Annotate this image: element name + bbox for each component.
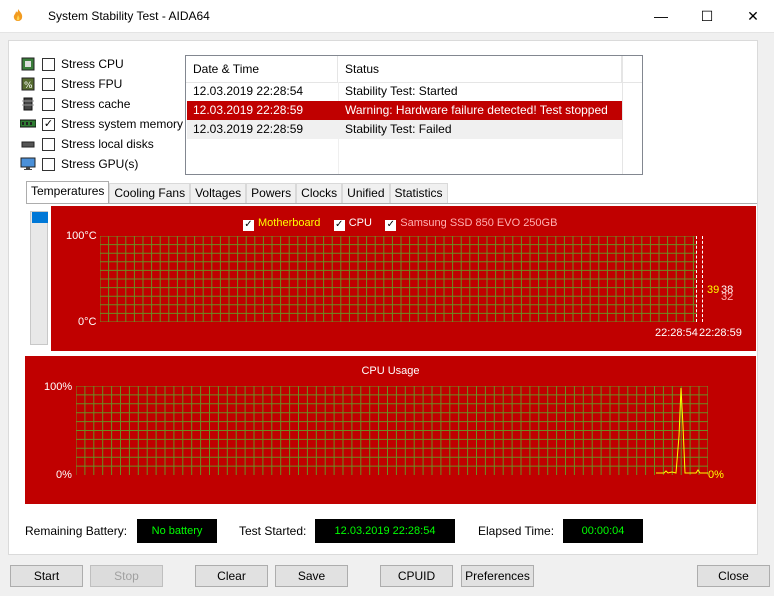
- stress-memory-label: Stress system memory: [61, 117, 184, 131]
- legend-motherboard-checkbox[interactable]: ✓: [243, 219, 254, 231]
- temperature-grid: [100, 236, 697, 322]
- cpu-current-value: 0%: [708, 469, 724, 481]
- scrollbar-thumb[interactable]: [32, 212, 48, 223]
- stress-memory-row[interactable]: ✓ Stress system memory: [20, 115, 183, 133]
- reading-ssd: 32: [721, 291, 734, 303]
- chart-scrollbar[interactable]: [30, 211, 48, 345]
- tab-statistics[interactable]: Statistics: [389, 183, 448, 204]
- stress-cache-checkbox[interactable]: [42, 97, 55, 111]
- svg-text:%: %: [24, 81, 33, 91]
- legend-motherboard-label: Motherboard: [258, 217, 321, 229]
- log-cell-status: Warning: Hardware failure detected! Test…: [345, 103, 608, 117]
- close-window-button[interactable]: ✕: [730, 0, 774, 32]
- log-cell-status: Stability Test: Started: [345, 84, 458, 98]
- stress-disks-checkbox[interactable]: [42, 137, 55, 151]
- legend-ssd-checkbox[interactable]: ✓: [385, 219, 397, 231]
- disk-drive-icon: [20, 137, 36, 151]
- stop-button[interactable]: Stop: [90, 565, 163, 587]
- fpu-icon: %: [20, 77, 36, 91]
- battery-label: Remaining Battery:: [25, 524, 128, 538]
- legend-cpu-label: CPU: [348, 217, 372, 229]
- legend-ssd-label: Samsung SSD 850 EVO 250GB: [400, 217, 558, 229]
- tab-unified[interactable]: Unified: [342, 183, 390, 204]
- cpu-usage-title: CPU Usage: [361, 365, 420, 377]
- log-row-warning[interactable]: 12.03.2019 22:28:59 Warning: Hardware fa…: [187, 101, 623, 120]
- stress-cache-row[interactable]: Stress cache: [20, 95, 130, 113]
- stress-cpu-row[interactable]: Stress CPU: [20, 55, 124, 73]
- stress-fpu-checkbox[interactable]: [42, 77, 55, 91]
- cache-icon: [20, 97, 36, 111]
- log-header-status[interactable]: Status: [338, 56, 622, 82]
- test-started-label: Test Started:: [239, 524, 307, 538]
- log-row[interactable]: 12.03.2019 22:28:54 Stability Test: Star…: [187, 82, 623, 101]
- tab-temperatures[interactable]: Temperatures: [26, 181, 110, 203]
- tab-clocks[interactable]: Clocks: [296, 183, 343, 204]
- time-marker-start: [696, 236, 697, 322]
- stress-cache-label: Stress cache: [61, 97, 131, 111]
- log-cell-status: Stability Test: Failed: [345, 122, 452, 136]
- cpu-usage-grid: [76, 386, 708, 475]
- cpu-chip-icon: [20, 57, 36, 71]
- event-log-table[interactable]: Date & Time Status 12.03.2019 22:28:54 S…: [185, 55, 643, 175]
- log-header-datetime[interactable]: Date & Time: [186, 56, 338, 82]
- temp-x-end: 22:28:59: [699, 327, 742, 339]
- monitor-icon: [20, 157, 36, 171]
- cpu-y-min: 0%: [56, 469, 72, 481]
- log-cell-datetime: 12.03.2019 22:28:59: [193, 122, 304, 136]
- log-cell-datetime: 12.03.2019 22:28:54: [193, 84, 304, 98]
- temp-y-min: 0°C: [78, 316, 97, 328]
- close-button[interactable]: Close: [697, 565, 770, 587]
- tab-cooling-fans[interactable]: Cooling Fans: [109, 183, 191, 204]
- temp-x-start: 22:28:54: [655, 327, 698, 339]
- cpu-y-max: 100%: [44, 381, 73, 393]
- legend-motherboard[interactable]: ✓ Motherboard: [243, 215, 321, 231]
- legend-cpu-checkbox[interactable]: ✓: [333, 219, 345, 231]
- sensor-tabs: Temperatures Cooling Fans Voltages Power…: [26, 181, 448, 204]
- stress-disks-label: Stress local disks: [61, 137, 154, 151]
- clear-button[interactable]: Clear: [195, 565, 268, 587]
- cpu-usage-chart: CPU Usage 100% 0% 0%: [25, 356, 756, 504]
- close-icon: ✕: [747, 7, 759, 24]
- stress-memory-checkbox[interactable]: ✓: [42, 117, 55, 131]
- stress-gpu-checkbox[interactable]: [42, 157, 55, 171]
- legend-ssd[interactable]: ✓ Samsung SSD 850 EVO 250GB: [385, 215, 558, 231]
- memory-module-icon: [20, 117, 36, 131]
- minimize-button[interactable]: —: [638, 0, 684, 32]
- legend-cpu[interactable]: ✓ CPU: [333, 215, 372, 231]
- maximize-icon: ☐: [700, 7, 714, 24]
- stress-gpu-label: Stress GPU(s): [61, 157, 139, 171]
- temperature-legend: ✓ Motherboard ✓ CPU ✓ Samsung SSD 850 EVO 2…: [243, 215, 557, 231]
- aida64-flame-icon: [10, 8, 26, 24]
- tab-powers[interactable]: Powers: [246, 183, 297, 204]
- stress-gpu-row[interactable]: Stress GPU(s): [20, 155, 138, 173]
- stress-fpu-label: Stress FPU: [61, 77, 123, 91]
- preferences-button[interactable]: Preferences: [461, 565, 534, 587]
- save-button[interactable]: Save: [275, 565, 348, 587]
- reading-motherboard: 39: [707, 284, 720, 296]
- tab-voltages[interactable]: Voltages: [190, 183, 247, 204]
- battery-value: No battery: [137, 519, 217, 543]
- stress-fpu-row[interactable]: % Stress FPU: [20, 75, 122, 93]
- elapsed-time-value: 00:00:04: [563, 519, 643, 543]
- stress-cpu-checkbox[interactable]: [42, 57, 55, 71]
- temperature-chart: ✓ Motherboard ✓ CPU ✓ Samsung SSD 850 EVO 2…: [51, 206, 756, 351]
- stress-cpu-label: Stress CPU: [61, 57, 124, 71]
- log-row[interactable]: 12.03.2019 22:28:59 Stability Test: Fail…: [187, 120, 623, 139]
- elapsed-time-label: Elapsed Time:: [478, 524, 555, 538]
- stress-disks-row[interactable]: Stress local disks: [20, 135, 154, 153]
- window-title: System Stability Test - AIDA64: [48, 9, 210, 23]
- start-button[interactable]: Start: [10, 565, 83, 587]
- time-marker-end: [702, 236, 703, 322]
- maximize-button[interactable]: ☐: [684, 0, 730, 32]
- cpuid-button[interactable]: CPUID: [380, 565, 453, 587]
- log-cell-datetime: 12.03.2019 22:28:59: [193, 103, 304, 117]
- test-started-value: 12.03.2019 22:28:54: [315, 519, 455, 543]
- temp-y-max: 100°C: [66, 230, 97, 242]
- minimize-icon: —: [654, 8, 668, 24]
